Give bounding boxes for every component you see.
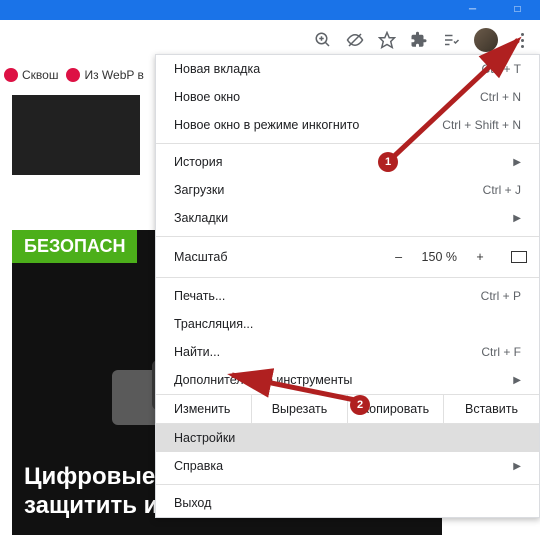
- cut-button[interactable]: Вырезать: [251, 395, 347, 423]
- menu-find[interactable]: Найти... Ctrl + F: [156, 338, 539, 366]
- star-icon[interactable]: [378, 31, 396, 49]
- menu-label: Справка: [174, 459, 223, 473]
- menu-label: Новое окно: [174, 90, 240, 104]
- annotation-number-1: 1: [378, 152, 398, 172]
- paste-button[interactable]: Вставить: [443, 395, 539, 423]
- menu-label: Новое окно в режиме инкогнито: [174, 118, 359, 132]
- menu-zoom: Масштаб – 150 % +: [156, 241, 539, 273]
- menu-button[interactable]: [512, 26, 532, 54]
- zoom-label: Масштаб: [174, 250, 227, 264]
- menu-edit-row: Изменить Вырезать Копировать Вставить: [156, 394, 539, 424]
- zoom-value: 150 %: [422, 250, 457, 264]
- menu-label: Загрузки: [174, 183, 224, 197]
- menu-separator: [156, 143, 539, 144]
- menu-cast[interactable]: Трансляция...: [156, 310, 539, 338]
- bookmark-label: Из WebP в: [84, 68, 143, 82]
- menu-label: Дополнительные инструменты: [174, 373, 352, 387]
- fullscreen-icon[interactable]: [511, 251, 527, 263]
- annotation-number-2: 2: [350, 395, 370, 415]
- profile-avatar[interactable]: [474, 28, 498, 52]
- menu-label: Настройки: [174, 431, 235, 445]
- menu-history[interactable]: История ▶: [156, 148, 539, 176]
- menu-settings[interactable]: Настройки: [156, 424, 539, 452]
- menu-label: Трансляция...: [174, 317, 253, 331]
- edit-label: Изменить: [156, 395, 251, 423]
- menu-separator: [156, 484, 539, 485]
- menu-label: Выход: [174, 496, 211, 510]
- menu-shortcut: Ctrl + Shift + N: [442, 118, 521, 132]
- menu-exit[interactable]: Выход: [156, 489, 539, 517]
- menu-label: Новая вкладка: [174, 62, 260, 76]
- zoom-out-button[interactable]: –: [390, 250, 408, 264]
- minimize-button[interactable]: ─: [450, 0, 495, 18]
- menu-label: История: [174, 155, 222, 169]
- menu-print[interactable]: Печать... Ctrl + P: [156, 282, 539, 310]
- menu-more-tools[interactable]: Дополнительные инструменты ▶: [156, 366, 539, 394]
- reading-list-icon[interactable]: [442, 31, 460, 49]
- bookmark-item[interactable]: Из WebP в: [66, 68, 143, 82]
- chevron-right-icon: ▶: [513, 213, 521, 224]
- chrome-menu: Новая вкладка Ctrl + T Новое окно Ctrl +…: [155, 54, 540, 518]
- menu-incognito[interactable]: Новое окно в режиме инкогнито Ctrl + Shi…: [156, 111, 539, 139]
- window-title-bar: ─ □: [0, 0, 540, 20]
- bookmark-item[interactable]: Сквош: [4, 68, 58, 82]
- menu-help[interactable]: Справка ▶: [156, 452, 539, 480]
- menu-shortcut: Ctrl + F: [481, 345, 521, 359]
- maximize-button[interactable]: □: [495, 0, 540, 18]
- menu-downloads[interactable]: Загрузки Ctrl + J: [156, 176, 539, 204]
- bookmark-label: Сквош: [22, 68, 58, 82]
- menu-label: Найти...: [174, 345, 220, 359]
- menu-shortcut: Ctrl + P: [481, 289, 521, 303]
- menu-shortcut: Ctrl + N: [480, 90, 521, 104]
- menu-separator: [156, 236, 539, 237]
- bookmark-favicon: [4, 68, 18, 82]
- zoom-in-button[interactable]: +: [471, 250, 489, 264]
- chevron-right-icon: ▶: [513, 157, 521, 168]
- menu-shortcut: Ctrl + J: [483, 183, 521, 197]
- chevron-right-icon: ▶: [513, 461, 521, 472]
- menu-shortcut: Ctrl + T: [482, 62, 521, 76]
- menu-label: Закладки: [174, 211, 228, 225]
- menu-new-window[interactable]: Новое окно Ctrl + N: [156, 83, 539, 111]
- bookmark-favicon: [66, 68, 80, 82]
- zoom-indicator-icon[interactable]: [314, 31, 332, 49]
- menu-separator: [156, 277, 539, 278]
- menu-label: Печать...: [174, 289, 225, 303]
- page-banner: [12, 95, 140, 175]
- security-badge: БЕЗОПАСН: [12, 230, 137, 263]
- eye-off-icon[interactable]: [346, 31, 364, 49]
- menu-bookmarks[interactable]: Закладки ▶: [156, 204, 539, 232]
- menu-new-tab[interactable]: Новая вкладка Ctrl + T: [156, 55, 539, 83]
- chevron-right-icon: ▶: [513, 375, 521, 386]
- extensions-icon[interactable]: [410, 31, 428, 49]
